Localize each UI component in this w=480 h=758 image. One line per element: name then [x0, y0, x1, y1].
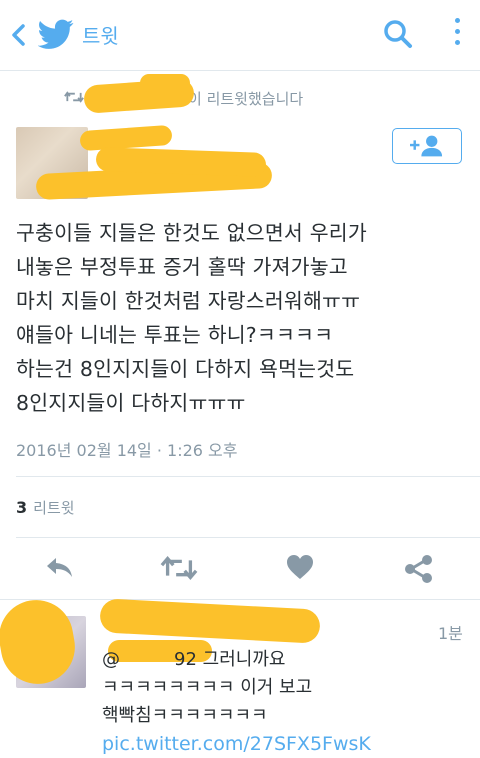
reply-line-2: ㅋㅋㅋㅋㅋㅋㅋㅋ 이거 보고 [102, 677, 313, 698]
reply-line: @92 그러니까요 [102, 646, 371, 674]
tweet-line: 8인지지들이 다하지ㅠㅠㅠ [16, 391, 246, 415]
divider [0, 599, 480, 600]
search-icon[interactable] [382, 18, 414, 50]
chevron-left-icon[interactable] [10, 22, 28, 48]
redaction [99, 598, 321, 644]
tweet-text: 구충이들 지들은 한것도 없으면서 우리가 내놓은 부정투표 증거 홀딱 가져가… [16, 216, 472, 420]
heart-icon[interactable] [286, 554, 314, 580]
reply-timestamp: 1분 [438, 624, 463, 643]
retweeted-by-text: 이 리트윗했습니다 [188, 90, 304, 108]
tweet-line: 내놓은 부정투표 증거 홀딱 가져가놓고 [16, 255, 348, 279]
twitter-bird-icon [38, 19, 74, 49]
reply-mention-tail: 92 [174, 649, 197, 670]
top-bar: 트윗 [0, 0, 480, 71]
tweet-line: 하는건 8인지지들이 다하지 욕먹는것도 [16, 357, 355, 381]
add-user-icon [410, 135, 443, 157]
divider [16, 476, 480, 477]
tweet-actions [0, 548, 480, 588]
retweet-count-label: 리트윗 [33, 499, 75, 517]
share-icon[interactable] [404, 554, 434, 584]
reply-text: @92 그러니까요 ㅋㅋㅋㅋㅋㅋㅋㅋ 이거 보고 핵빡침ㅋㅋㅋㅋㅋㅋㅋ pic.… [102, 646, 371, 758]
retweet-count: 3 [16, 498, 28, 517]
tweet-timestamp: 2016년 02월 14일 · 1:26 오후 [16, 441, 238, 460]
reply-line-3: 핵빡침ㅋㅋㅋㅋㅋㅋㅋ [102, 705, 268, 726]
reply-icon[interactable] [44, 554, 76, 582]
tweet-line: 구충이들 지들은 한것도 없으면서 우리가 [16, 221, 367, 245]
page-title: 트윗 [82, 24, 119, 48]
divider [16, 537, 480, 538]
tweet-line: 얘들아 니네는 투표는 하니?ㅋㅋㅋㅋ [16, 323, 334, 347]
redaction [140, 74, 190, 92]
more-vertical-icon[interactable] [452, 18, 462, 52]
reply-mention-prefix: @ [102, 649, 120, 670]
retweet-icon[interactable] [160, 554, 198, 582]
follow-button[interactable] [392, 128, 462, 164]
tweet-line: 마치 지들이 한것처럼 자랑스러워해ㅠㅠ [16, 289, 361, 313]
reply-line-1: 그러니까요 [202, 649, 286, 670]
retweet-stats[interactable]: 3 리트윗 [16, 497, 75, 518]
retweet-icon [64, 91, 84, 103]
